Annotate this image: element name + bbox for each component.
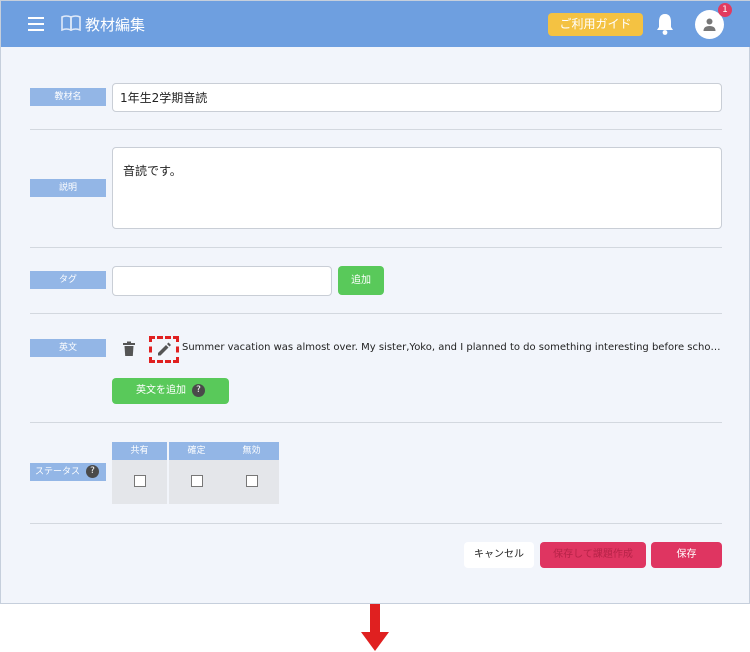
divider: [30, 129, 722, 130]
save-and-create-task-button[interactable]: 保存して課題作成: [540, 542, 646, 568]
share-checkbox[interactable]: [134, 475, 146, 487]
status-column-confirm: 確定: [169, 442, 224, 504]
status-header: 確定: [169, 442, 224, 460]
divider: [30, 313, 722, 314]
top-bar: 教材編集 ご利用ガイド 1: [1, 1, 750, 47]
status-help-question-icon[interactable]: ?: [86, 465, 99, 478]
notification-badge: 1: [718, 3, 732, 17]
book-icon: [61, 15, 81, 31]
help-question-icon[interactable]: ?: [192, 383, 205, 397]
bell-icon[interactable]: [654, 12, 676, 36]
app-window: 教材編集 ご利用ガイド 1 教材名 説明 音読です。 タグ 追加 英文 Su: [0, 0, 750, 604]
status-column-share: 共有: [112, 442, 167, 504]
divider: [30, 247, 722, 248]
status-header: 共有: [112, 442, 167, 460]
tag-label: タグ: [30, 271, 106, 289]
english-label: 英文: [30, 339, 106, 357]
hamburger-menu-icon[interactable]: [28, 17, 44, 31]
cancel-button[interactable]: キャンセル: [464, 542, 534, 568]
confirm-checkbox[interactable]: [191, 475, 203, 487]
page-title: 教材編集: [85, 16, 146, 34]
tag-input[interactable]: [112, 266, 332, 296]
english-sentence-item: Summer vacation was almost over. My sist…: [182, 342, 722, 353]
status-cell: [224, 460, 279, 504]
add-english-button[interactable]: 英文を追加?: [112, 378, 229, 404]
divider: [30, 422, 722, 423]
description-label: 説明: [30, 179, 106, 197]
status-cell: [112, 460, 167, 504]
name-input[interactable]: [112, 83, 722, 112]
description-textarea[interactable]: 音読です。: [112, 147, 722, 229]
disabled-checkbox[interactable]: [246, 475, 258, 487]
status-cell: [169, 460, 224, 504]
person-icon: [703, 18, 716, 31]
status-header: 無効: [224, 442, 279, 460]
name-label: 教材名: [30, 88, 106, 106]
add-english-label: 英文を追加: [136, 385, 186, 396]
status-column-disabled: 無効: [224, 442, 279, 504]
trash-icon[interactable]: [122, 341, 136, 357]
add-tag-button[interactable]: 追加: [338, 266, 384, 295]
divider: [30, 523, 722, 524]
pencil-edit-icon[interactable]: [156, 341, 172, 357]
save-button[interactable]: 保存: [651, 542, 722, 568]
down-arrow-icon: [361, 604, 389, 651]
guide-button[interactable]: ご利用ガイド: [548, 13, 643, 36]
status-label-text: ステータス: [35, 467, 81, 477]
